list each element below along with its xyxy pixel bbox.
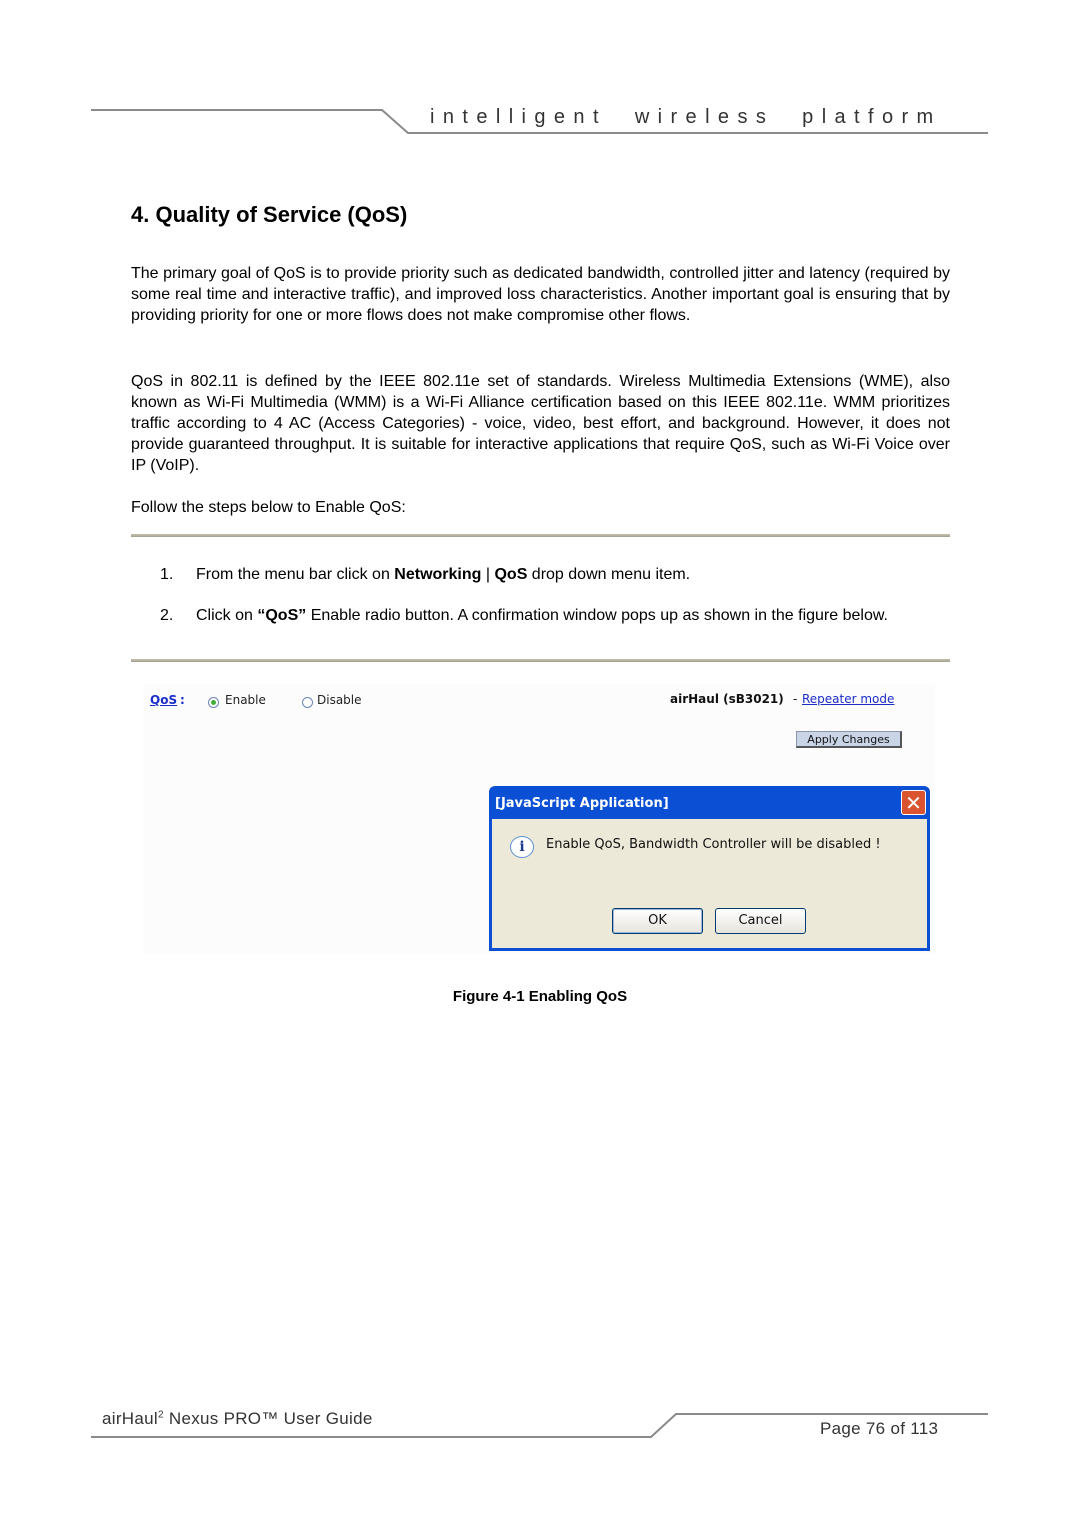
step-bold-networking: Networking <box>394 566 482 583</box>
divider-top <box>131 534 950 537</box>
page-number: Page 76 of 113 <box>820 1419 939 1438</box>
dialog-message: Enable QoS, Bandwidth Controller will be… <box>546 837 881 852</box>
paragraph-qos-80211: QoS in 802.11 is defined by the IEEE 802… <box>131 373 950 474</box>
step-text: Click on “QoS” Enable radio button. A co… <box>196 605 950 626</box>
cancel-button[interactable]: Cancel <box>715 908 806 934</box>
step-text-pre: From the menu bar click on <box>196 566 395 583</box>
qos-link[interactable]: QoS <box>150 693 177 707</box>
footer-product: airHaul <box>102 1409 158 1428</box>
header-tagline: intelligent wireless platform <box>430 106 942 128</box>
step-text-post: Enable radio button. A confirmation wind… <box>306 607 888 624</box>
device-mode-separator: - <box>793 692 798 706</box>
divider-bottom <box>131 659 950 662</box>
step-bold-qos: “QoS” <box>257 607 307 624</box>
paragraph-qos-goal: The primary goal of QoS is to provide pr… <box>131 265 950 324</box>
disable-radio[interactable] <box>302 697 313 708</box>
step-separator: | <box>481 566 495 583</box>
dialog-title: [JavaScript Application] <box>495 796 669 811</box>
repeater-mode-link[interactable]: Repeater mode <box>802 692 894 706</box>
enable-radio[interactable] <box>208 697 219 708</box>
enable-radio-label[interactable]: Enable <box>225 693 266 707</box>
step-number: 1. <box>160 566 174 583</box>
step-text: From the menu bar click on Networking | … <box>196 564 950 585</box>
step-text-post: drop down menu item. <box>527 566 691 583</box>
dialog-body: i Enable QoS, Bandwidth Controller will … <box>492 819 927 948</box>
section-title: 4. Quality of Service (QoS) <box>131 202 408 227</box>
ok-button[interactable]: OK <box>612 908 703 934</box>
step-text-pre: Click on <box>196 607 258 624</box>
footer-guide-title: airHaul2 Nexus PRO™ User Guide <box>102 1409 373 1429</box>
figure-caption: Figure 4-1 Enabling QoS <box>452 988 628 1005</box>
close-icon[interactable]: ✕ <box>901 790 926 815</box>
info-icon: i <box>510 836 534 858</box>
qos-colon: : <box>180 693 185 707</box>
javascript-dialog: [JavaScript Application] ✕ i Enable QoS,… <box>489 786 930 951</box>
footer-guide-suffix: Nexus PRO™ User Guide <box>163 1409 373 1428</box>
device-name: airHaul (sB3021) <box>670 692 784 706</box>
step-number: 2. <box>160 607 174 624</box>
step-bold-qos: QoS <box>494 566 528 583</box>
paragraph-follow-steps: Follow the steps below to Enable QoS: <box>131 499 406 516</box>
disable-radio-label[interactable]: Disable <box>317 693 362 707</box>
apply-changes-button[interactable]: Apply Changes <box>796 731 902 748</box>
